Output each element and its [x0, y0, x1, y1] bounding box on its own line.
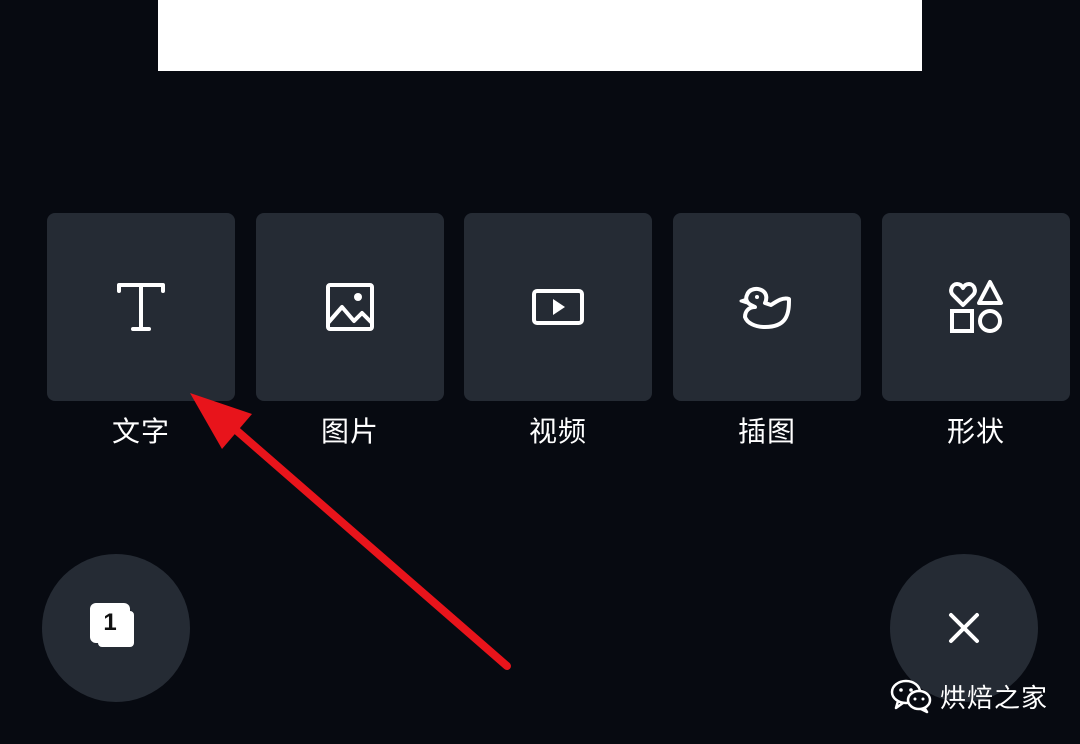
design-canvas-page[interactable]: [158, 0, 922, 71]
insert-text-label: 文字: [111, 415, 170, 448]
pages-stack-icon: 1: [90, 603, 142, 653]
pages-button[interactable]: 1: [42, 554, 190, 702]
insert-video-button[interactable]: [464, 213, 652, 401]
image-icon: [326, 283, 374, 331]
insert-illustration-label: 插图: [737, 415, 796, 448]
insert-illustration-button[interactable]: [673, 213, 861, 401]
insert-video-label: 视频: [528, 415, 587, 448]
insert-shape-button[interactable]: [882, 213, 1070, 401]
insert-text-button[interactable]: [47, 213, 235, 401]
wechat-watermark: 烘焙之家: [890, 676, 1048, 716]
video-icon: [532, 289, 584, 325]
wechat-icon: [890, 679, 932, 714]
page-count: 1: [90, 603, 130, 643]
insert-shape-label: 形状: [946, 415, 1005, 448]
insert-image-label: 图片: [320, 415, 379, 448]
close-icon: [949, 613, 979, 643]
illustration-duck-icon: [739, 286, 791, 329]
shapes-icon: [949, 280, 1003, 333]
text-icon: [117, 283, 165, 331]
insert-image-button[interactable]: [256, 213, 444, 401]
watermark-text: 烘焙之家: [940, 683, 1049, 714]
